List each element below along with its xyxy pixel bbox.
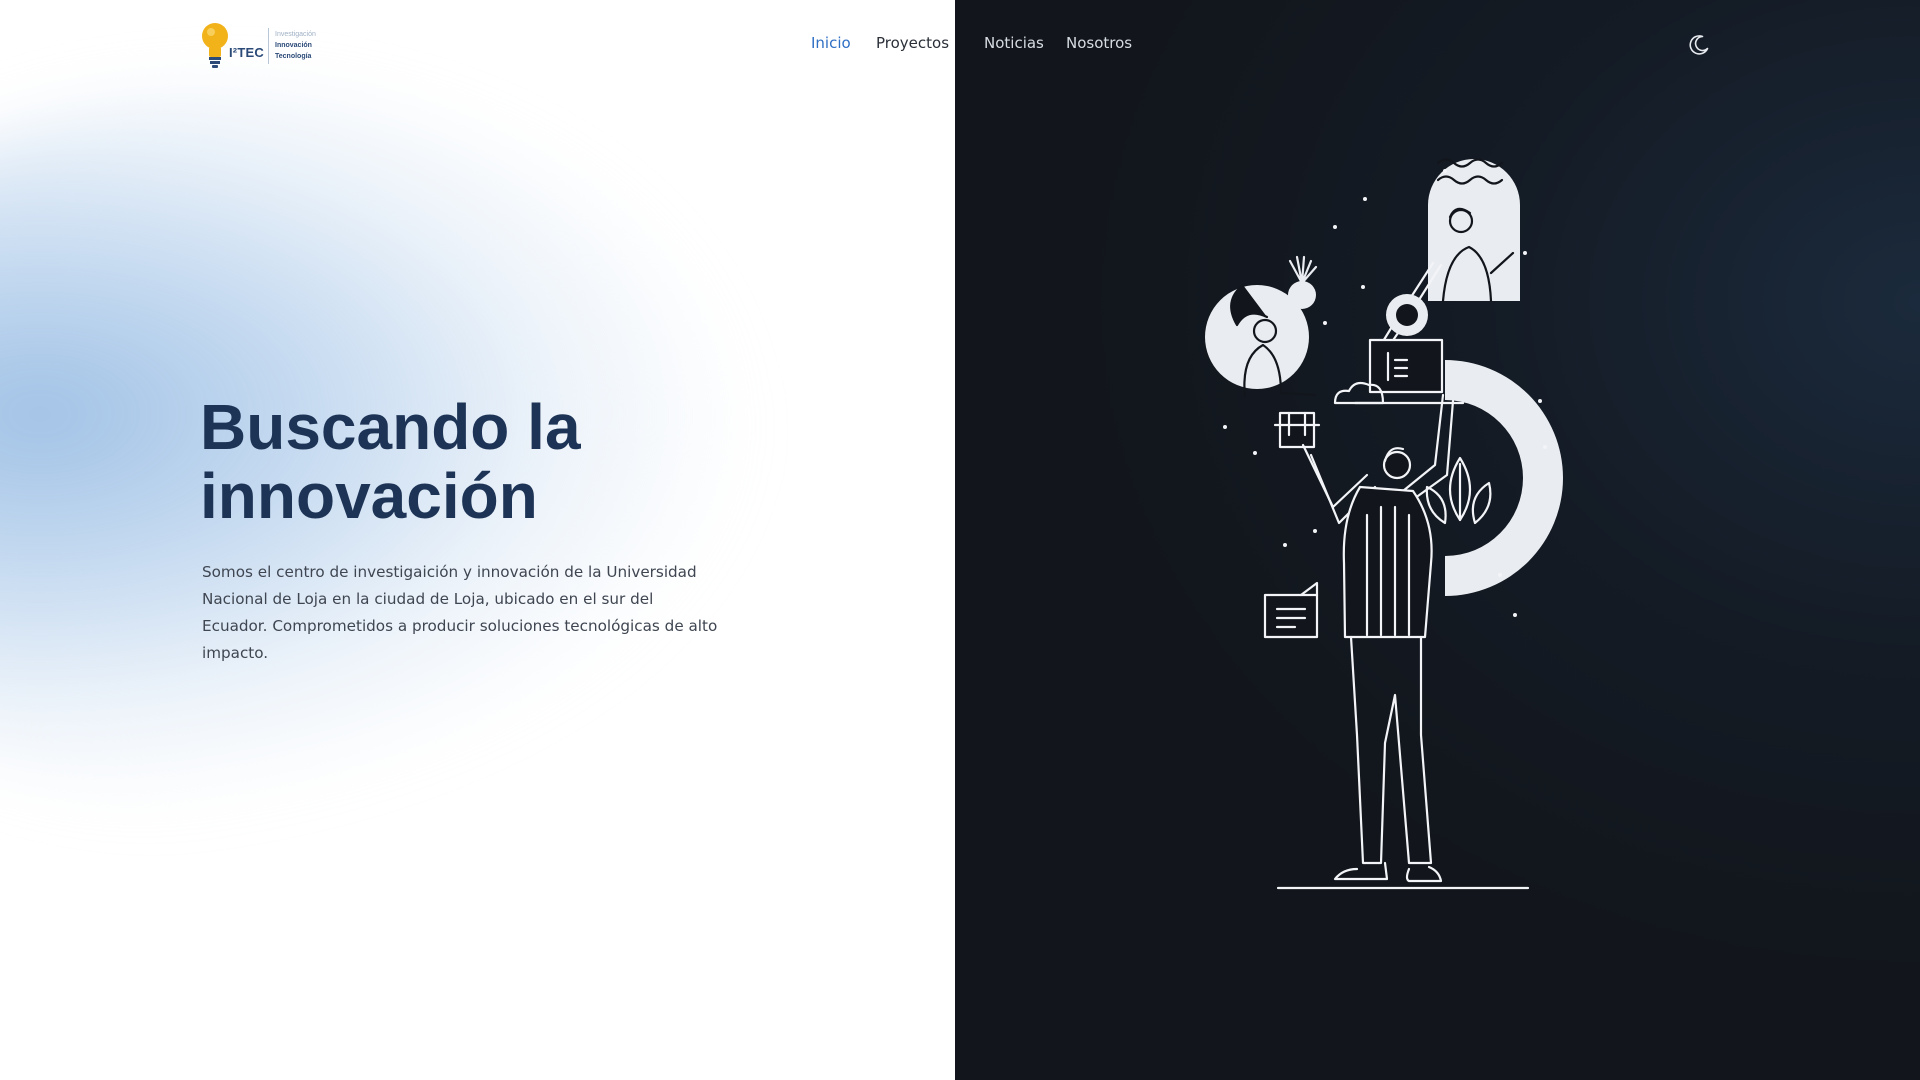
theme-toggle-button[interactable]	[1687, 33, 1711, 57]
hero-title-line1: Buscando la	[200, 391, 581, 463]
hero-title: Buscando la innovación	[200, 393, 720, 531]
hero-left-panel	[0, 0, 955, 1080]
lightbulb-icon	[202, 23, 228, 68]
logo-line-investigacion: Investigación	[275, 31, 316, 38]
logo-wordmark: I²TEC	[229, 45, 264, 60]
logo-divider	[268, 28, 269, 64]
logo-line-innovacion: Innovación	[275, 42, 312, 49]
nav-item-noticias[interactable]: Noticias	[984, 34, 1044, 52]
logo-line-tecnologia: Tecnología	[275, 53, 312, 60]
hero-title-line2: innovación	[200, 460, 538, 532]
nav-item-inicio[interactable]: Inicio	[811, 34, 851, 52]
innovation-illustration	[1205, 158, 1563, 890]
nav-item-nosotros[interactable]: Nosotros	[1066, 34, 1132, 52]
nav-item-proyectos[interactable]: Proyectos	[876, 34, 949, 52]
hero-description: Somos el centro de investigaición y inno…	[202, 563, 718, 662]
moon-icon	[1689, 35, 1709, 55]
